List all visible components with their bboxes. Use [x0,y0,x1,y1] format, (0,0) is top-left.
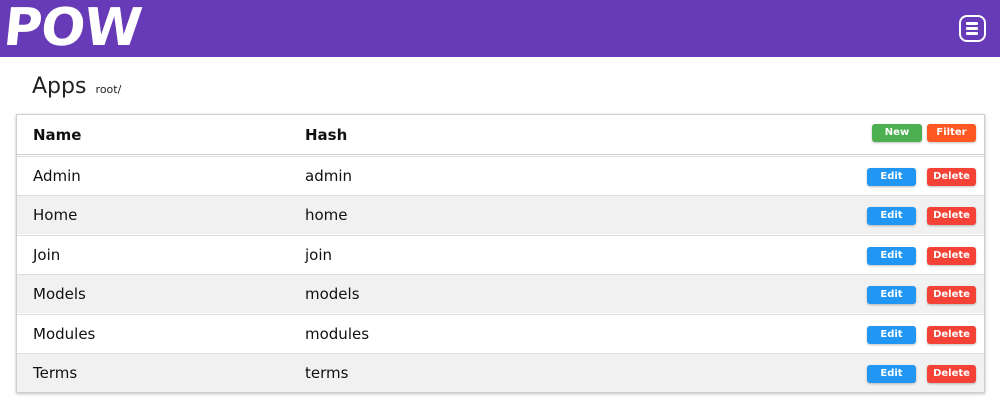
breadcrumb: root/ [95,83,122,96]
delete-button[interactable]: Delete [927,286,976,304]
edit-button[interactable]: Edit [867,365,916,383]
app-hash-cell: home [305,206,348,224]
new-button[interactable]: New [872,124,922,142]
app-name-cell: Join [33,246,61,264]
table-row: Admin admin Edit Delete [17,156,984,195]
edit-button[interactable]: Edit [867,168,916,186]
table-row: Models models Edit Delete [17,274,984,313]
filter-button[interactable]: Filter [927,124,976,142]
delete-button[interactable]: Delete [927,207,976,225]
delete-button[interactable]: Delete [927,168,976,186]
edit-button[interactable]: Edit [867,286,916,304]
table-row: Home home Edit Delete [17,195,984,234]
edit-button[interactable]: Edit [867,207,916,225]
edit-button[interactable]: Edit [867,247,916,265]
page-heading: Apps root/ [32,74,121,99]
app-name-cell: Admin [33,167,81,185]
app-name-cell: Modules [33,325,96,343]
top-bar: POW [0,0,1000,58]
app-hash-cell: modules [305,325,370,343]
app-name-cell: Models [33,285,86,303]
app-logo[interactable]: POW [1,0,144,58]
app-hash-cell: models [305,285,360,303]
column-header-name: Name [33,126,82,144]
table-header: Name Hash New Filter [17,115,984,155]
menu-icon[interactable] [959,15,986,42]
app-hash-cell: admin [305,167,352,185]
column-header-hash: Hash [305,126,348,144]
table-row: Terms terms Edit Delete [17,353,984,392]
delete-button[interactable]: Delete [927,247,976,265]
page-title: Apps [32,74,87,99]
edit-button[interactable]: Edit [867,326,916,344]
table-row: Join join Edit Delete [17,235,984,274]
app-hash-cell: terms [305,364,349,382]
app-name-cell: Terms [33,364,78,382]
app-name-cell: Home [33,206,78,224]
table-row: Modules modules Edit Delete [17,314,984,353]
delete-button[interactable]: Delete [927,326,976,344]
app-hash-cell: join [305,246,333,264]
delete-button[interactable]: Delete [927,365,976,383]
apps-table: Name Hash New Filter Admin admin Edit Delet… [16,114,985,393]
